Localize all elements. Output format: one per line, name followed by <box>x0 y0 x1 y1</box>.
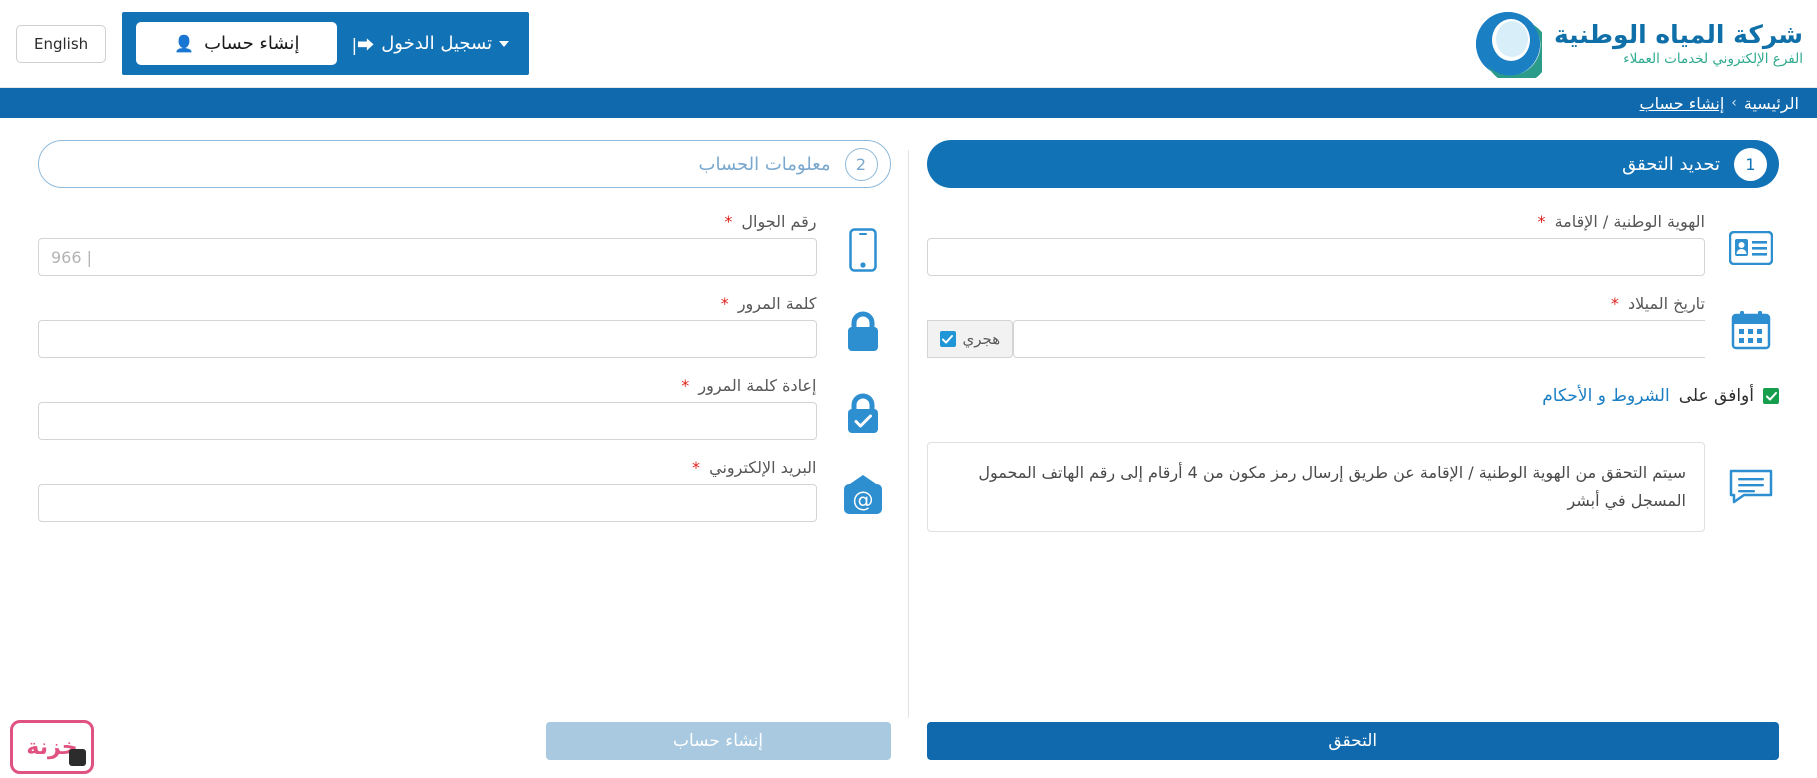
national-id-input[interactable] <box>926 238 1705 276</box>
brand-logo-group: شركة المياه الوطنية الفرع الإلكتروني لخد… <box>1474 10 1803 78</box>
label-confirm-password: إعادة كلمة المرور * <box>38 376 817 395</box>
terms-agreement-row: أوافق على الشروط و الأحكام <box>927 386 1779 406</box>
required-marker: * <box>681 376 690 395</box>
account-info-actions: إنشاء حساب <box>38 722 891 760</box>
breadcrumb-current[interactable]: إنشاء حساب <box>1640 94 1725 113</box>
email-at-icon: @ <box>835 458 891 516</box>
mobile-input[interactable] <box>38 238 817 276</box>
chevron-down-icon <box>499 40 510 47</box>
field-row-confirm-password: إعادة كلمة المرور * <box>38 376 891 440</box>
create-account-label: إنشاء حساب <box>204 33 300 54</box>
verification-actions: التحقق <box>926 722 1779 760</box>
verification-column: 1 تحديد التحقق الهوية الوطنية / الإقامة … <box>909 140 1798 778</box>
login-label: تسجيل الدخول <box>381 33 493 54</box>
field-row-birth-date: تاريخ الميلاد * هجري <box>926 294 1780 358</box>
step-header-account-info[interactable]: 2 معلومات الحساب <box>38 140 891 188</box>
account-info-column: 2 معلومات الحساب رقم الجوال * 966 | كلمة… <box>20 140 909 778</box>
verify-button[interactable]: التحقق <box>926 722 1779 760</box>
hijri-checkbox[interactable] <box>939 331 956 347</box>
step-1-number: 1 <box>1734 147 1767 181</box>
terms-checkbox[interactable] <box>1763 388 1779 404</box>
svg-text:@: @ <box>852 488 873 512</box>
step-header-verification[interactable]: 1 تحديد التحقق <box>926 140 1779 188</box>
breadcrumb: الرئيسية › إنشاء حساب <box>0 88 1817 118</box>
required-marker: * <box>720 294 729 313</box>
mobile-phone-icon <box>835 212 891 272</box>
comment-icon <box>1723 442 1779 532</box>
email-input[interactable] <box>38 484 817 522</box>
label-password: كلمة المرور * <box>38 294 817 313</box>
terms-prefix: أوافق على <box>1678 386 1754 406</box>
field-row-email: @ البريد الإلكتروني * <box>38 458 891 522</box>
create-account-submit-button[interactable]: إنشاء حساب <box>545 722 891 760</box>
field-main-national-id: الهوية الوطنية / الإقامة * <box>926 212 1705 276</box>
required-marker: * <box>724 212 733 231</box>
header-nav-group: تسجيل الدخول ⮕| إنشاء حساب 👤 English <box>0 12 530 75</box>
label-birth-date-text: تاريخ الميلاد <box>1628 294 1705 313</box>
terms-and-conditions-link[interactable]: الشروط و الأحكام <box>1542 386 1669 406</box>
field-main-email: البريد الإلكتروني * <box>38 458 817 522</box>
label-email-text: البريد الإلكتروني <box>709 458 817 477</box>
verification-note-text: سيتم التحقق من الهوية الوطنية / الإقامة … <box>926 442 1705 532</box>
verification-note-row: سيتم التحقق من الهوية الوطنية / الإقامة … <box>926 442 1780 532</box>
birth-date-input[interactable] <box>1013 320 1705 358</box>
language-toggle-english[interactable]: English <box>16 24 107 63</box>
password-input[interactable] <box>38 320 817 358</box>
required-marker: * <box>692 458 701 477</box>
id-card-icon <box>1723 212 1779 268</box>
lock-icon <box>835 294 891 354</box>
label-national-id-text: الهوية الوطنية / الإقامة <box>1554 212 1705 231</box>
label-mobile: رقم الجوال * <box>38 212 817 231</box>
label-mobile-text: رقم الجوال <box>741 212 817 231</box>
breadcrumb-separator: › <box>1731 95 1737 111</box>
login-block: تسجيل الدخول ⮕| إنشاء حساب 👤 <box>122 12 530 75</box>
label-confirm-password-text: إعادة كلمة المرور <box>698 376 817 395</box>
field-main-confirm-password: إعادة كلمة المرور * <box>38 376 817 440</box>
field-main-password: كلمة المرور * <box>38 294 817 358</box>
hijri-toggle[interactable]: هجري <box>926 320 1014 358</box>
watermark-logo-icon: خزنة <box>10 720 94 774</box>
page-root: شركة المياه الوطنية الفرع الإلكتروني لخد… <box>0 0 1817 778</box>
water-drop-circle-logo-icon <box>1475 12 1542 78</box>
birth-date-group: هجري <box>926 320 1705 358</box>
step-2-number: 2 <box>844 147 878 181</box>
field-row-password: كلمة المرور * <box>38 294 891 358</box>
step-1-label: تحديد التحقق <box>1622 153 1720 175</box>
hijri-label: هجري <box>962 330 1001 348</box>
field-row-national-id: الهوية الوطنية / الإقامة * <box>926 212 1780 276</box>
main-content: 1 تحديد التحقق الهوية الوطنية / الإقامة … <box>0 118 1817 778</box>
person-icon: 👤 <box>174 34 195 53</box>
site-header: شركة المياه الوطنية الفرع الإلكتروني لخد… <box>0 0 1817 88</box>
label-email: البريد الإلكتروني * <box>38 458 817 477</box>
field-main-birth-date: تاريخ الميلاد * هجري <box>926 294 1705 358</box>
confirm-password-input[interactable] <box>38 402 817 440</box>
field-main-mobile: رقم الجوال * <box>38 212 817 276</box>
brand-name: شركة المياه الوطنية <box>1553 19 1803 49</box>
label-birth-date: تاريخ الميلاد * <box>927 294 1705 313</box>
create-account-button[interactable]: إنشاء حساب 👤 <box>136 22 338 65</box>
step-2-label: معلومات الحساب <box>698 153 831 175</box>
brand-subtitle: الفرع الإلكتروني لخدمات العملاء <box>1623 50 1803 67</box>
label-national-id: الهوية الوطنية / الإقامة * <box>927 212 1705 231</box>
field-row-mobile: رقم الجوال * <box>38 212 891 276</box>
brand-text: شركة المياه الوطنية الفرع الإلكتروني لخد… <box>1553 19 1803 67</box>
breadcrumb-home[interactable]: الرئيسية <box>1744 94 1799 113</box>
login-dropdown[interactable]: تسجيل الدخول ⮕| <box>351 31 511 56</box>
label-password-text: كلمة المرور <box>737 294 817 313</box>
required-marker: * <box>1537 212 1546 231</box>
sign-in-icon: ⮕| <box>351 36 375 56</box>
required-marker: * <box>1610 294 1619 313</box>
watermark-badge <box>69 749 86 766</box>
calendar-icon <box>1723 294 1779 350</box>
lock-check-icon <box>835 376 891 436</box>
